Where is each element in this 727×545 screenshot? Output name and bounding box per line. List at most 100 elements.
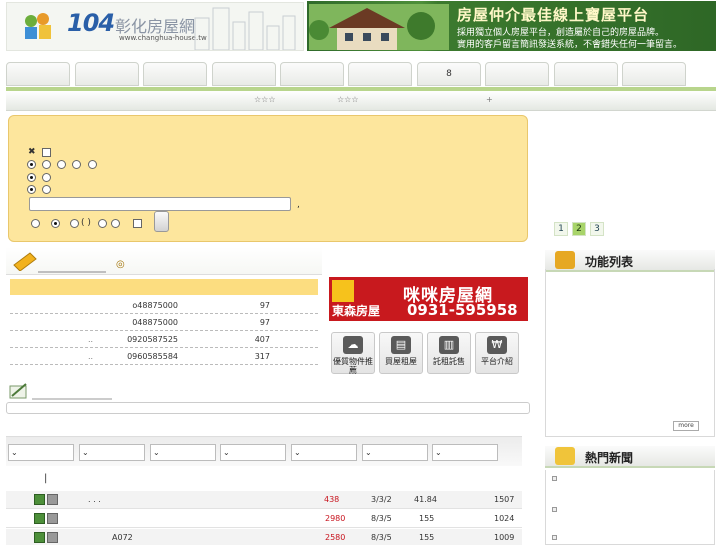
row-layout: 3/3/2 (371, 495, 392, 504)
won-coin-icon: ₩ (487, 336, 507, 354)
agent-icon (47, 532, 58, 543)
nav-tab-8[interactable] (485, 62, 549, 86)
list-item-phone: 048875000 (132, 318, 178, 327)
agent-list-header: ◎ (6, 247, 322, 275)
list-item-count: 97 (259, 301, 270, 310)
row-price: 2580 (325, 533, 346, 542)
site-logo[interactable]: 104 彰化房屋網 www.changhua-house.tw (6, 2, 304, 51)
notice-section (6, 380, 530, 416)
nav-tab-1[interactable] (6, 62, 70, 86)
filter-select-3[interactable]: ⌄ (150, 444, 216, 461)
nav-tab-5[interactable] (280, 62, 344, 86)
row-area: 155 (419, 514, 435, 523)
radio-type-5[interactable] (88, 160, 97, 169)
nav-tab-2[interactable] (75, 62, 139, 86)
row-layout: 8/3/5 (371, 514, 392, 523)
list-header-mark: ◎ (116, 259, 125, 270)
table-row[interactable]: 2980 8/3/5 155 1024 (6, 510, 522, 528)
news-title: 熱門新聞 (585, 451, 634, 465)
ad-logo-icon (332, 280, 354, 302)
nav-tab-6[interactable] (348, 62, 412, 86)
radio-area-1[interactable] (27, 173, 36, 182)
nav-tab-7[interactable]: 8 (417, 62, 481, 86)
realty-ad[interactable]: 咪咪房屋網 東森房屋 0931-595958 (329, 277, 528, 321)
sort-paren: ( ) (81, 218, 91, 228)
radio-type-3[interactable] (57, 160, 66, 169)
keyword-punct: , (297, 200, 300, 210)
radio-sort-4[interactable] (98, 219, 107, 228)
keyword-input[interactable] (29, 197, 291, 211)
radio-type-4[interactable] (72, 160, 81, 169)
list-item[interactable]: 048875000 97 (10, 314, 318, 331)
row-views: 1507 (494, 495, 515, 504)
building-icon: ▥ (439, 336, 459, 354)
table-column-header: | (6, 466, 522, 494)
row-area: 41.84 (414, 495, 437, 504)
table-row[interactable]: A072 2580 8/3/5 155 1009 (6, 529, 522, 545)
page-3[interactable]: 3 (590, 222, 604, 236)
quick-link-label: 託租託售 (433, 357, 465, 366)
news-bullet-icon[interactable] (552, 476, 557, 481)
radio-type-2[interactable] (42, 160, 51, 169)
row-price: 2980 (325, 514, 346, 523)
news-bullet-icon[interactable] (552, 507, 557, 512)
filter-checkbox-1[interactable] (42, 148, 51, 157)
sub-nav: ☆☆☆ ☆☆☆ + (6, 91, 716, 111)
quick-link-label: 買屋租屋 (385, 357, 417, 366)
filter-select-5[interactable]: ⌄ (291, 444, 357, 461)
filter-select-1[interactable]: ⌄ (8, 444, 74, 461)
list-item[interactable]: o48875000 97 (10, 297, 318, 314)
filter-checkbox-2[interactable] (133, 219, 142, 228)
agent-icon (47, 513, 58, 524)
nav-tab-10[interactable] (622, 62, 686, 86)
radio-sort-3[interactable] (70, 219, 79, 228)
cloud-house-icon: ☁ (343, 336, 363, 354)
close-icon[interactable]: ✖ (28, 147, 36, 157)
radio-area-2[interactable] (42, 173, 51, 182)
quick-link-featured[interactable]: ☁ 優質物件推薦 (331, 332, 375, 375)
quick-link-buy-rent[interactable]: ▤ 買屋租屋 (379, 332, 423, 374)
filter-select-4[interactable]: ⌄ (220, 444, 286, 461)
table-row[interactable]: . . . 438 3/3/2 41.84 1507 (6, 491, 522, 509)
agent-list-box: ◎ o48875000 97 048875000 97 .. 092058752… (6, 247, 322, 372)
radio-type-1[interactable] (27, 160, 36, 169)
search-button[interactable] (154, 211, 169, 232)
nav-tab-9[interactable] (554, 62, 618, 86)
news-bullet-icon[interactable] (552, 535, 557, 540)
quick-link-consign[interactable]: ▥ 託租託售 (427, 332, 471, 374)
subnav-stars-a[interactable]: ☆☆☆ (254, 95, 276, 104)
radio-sort-1[interactable] (31, 219, 40, 228)
table-filter-bar: ⌄ ⌄ ⌄ ⌄ ⌄ ⌄ ⌄ (6, 436, 522, 466)
quick-link-about[interactable]: ₩ 平台介紹 (475, 332, 519, 374)
house-icon (34, 532, 45, 543)
radio-price-2[interactable] (42, 185, 51, 194)
filter-select-2[interactable]: ⌄ (79, 444, 145, 461)
header-banner[interactable]: 房屋仲介最佳線上寶屋平台 採用獨立個人房屋平台，創造屬於自己的房屋品牌。 實用的… (307, 1, 716, 51)
banner-line-2: 實用的客戶留言簡訊發送系統，不會錯失任何一筆留言。 (457, 40, 683, 50)
radio-sort-2[interactable] (51, 219, 60, 228)
list-item[interactable]: .. 0960585584 317 (10, 348, 318, 365)
filter-select-6[interactable]: ⌄ (362, 444, 428, 461)
page-2-current[interactable]: 2 (572, 222, 586, 236)
row-area: 155 (419, 533, 435, 542)
radio-sort-5[interactable] (111, 219, 120, 228)
row-views: 1009 (494, 533, 515, 542)
more-link[interactable]: more (673, 421, 699, 431)
listing-table: ⌄ ⌄ ⌄ ⌄ ⌄ ⌄ ⌄ | . . . 438 3/3/2 41.84 15… (6, 436, 522, 545)
filter-select-7[interactable]: ⌄ (432, 444, 498, 461)
list-item[interactable]: .. 0920587525 407 (10, 331, 318, 348)
house-photo (309, 4, 449, 50)
ad-phone: 0931-595958 (407, 301, 518, 319)
radio-price-1[interactable] (27, 185, 36, 194)
quick-link-label: 平台介紹 (481, 357, 513, 366)
page-1[interactable]: 1 (554, 222, 568, 236)
agent-list-bar (10, 279, 318, 295)
header-underline (38, 271, 106, 273)
news-icon (555, 447, 575, 465)
subnav-stars-b[interactable]: ☆☆☆ (337, 95, 359, 104)
list-item-count: 97 (259, 318, 270, 327)
nav-tab-3[interactable] (143, 62, 207, 86)
pencil-icon (13, 252, 37, 271)
subnav-plus[interactable]: + (486, 95, 493, 104)
nav-tab-4[interactable] (212, 62, 276, 86)
